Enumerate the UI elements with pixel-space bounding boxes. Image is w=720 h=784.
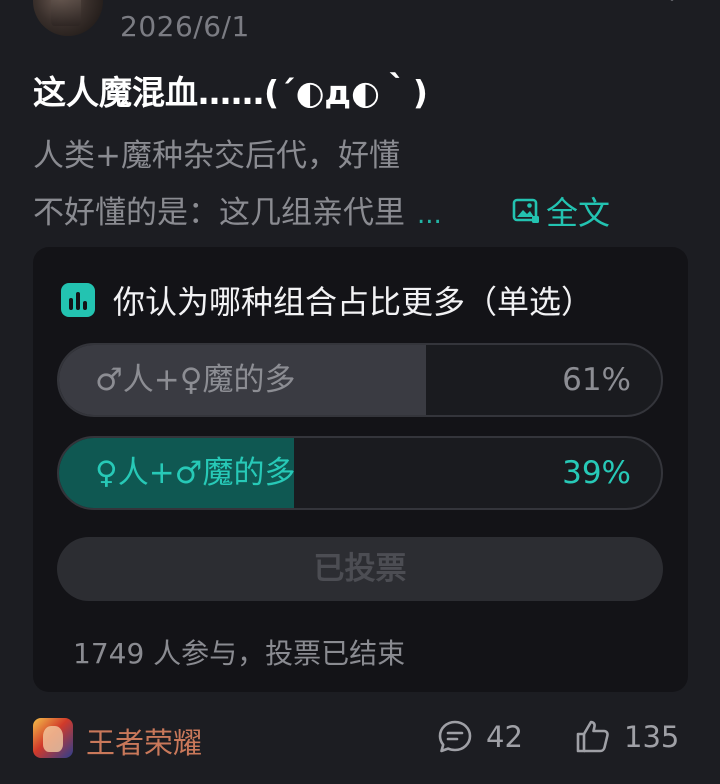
- game-icon[interactable]: [33, 718, 73, 758]
- poll-option-2[interactable]: ♀人+♂魔的多 39%: [57, 436, 663, 510]
- poll-option-2-percent: 39%: [562, 455, 631, 491]
- full-text-link[interactable]: 全文: [512, 188, 610, 234]
- game-tag[interactable]: 王者荣耀: [86, 720, 202, 762]
- comment-icon: [438, 720, 472, 753]
- like-count: 135: [624, 720, 680, 754]
- ellipsis: ...: [417, 200, 442, 230]
- image-icon: [512, 198, 539, 223]
- poll-chart-icon: [61, 283, 95, 317]
- poll-option-1[interactable]: ♂人+♀魔的多 61%: [57, 343, 663, 417]
- poll-question: 你认为哪种组合占比更多（单选）: [113, 283, 594, 321]
- voted-button: 已投票: [57, 537, 663, 601]
- comment-count: 42: [486, 720, 523, 754]
- post-body-line-1: 人类+魔种杂交后代，好懂: [33, 130, 400, 175]
- poll-header: 你认为哪种组合占比更多（单选）: [61, 277, 593, 323]
- post-date: 2026/6/1: [120, 10, 250, 43]
- poll-option-2-label: ♀人+♂魔的多: [95, 455, 296, 491]
- thumbs-up-icon: [576, 720, 609, 753]
- full-text-label: 全文: [546, 194, 611, 232]
- post-body-text-2: 不好懂的是：这几组亲代里: [33, 195, 405, 231]
- poll-option-1-label: ♂人+♀魔的多: [95, 362, 296, 398]
- poll-card: 你认为哪种组合占比更多（单选） ♂人+♀魔的多 61% ♀人+♂魔的多 39% …: [33, 247, 688, 692]
- like-button[interactable]: 135: [574, 718, 679, 756]
- poll-participants: 1749 人参与，投票已结束: [73, 637, 406, 670]
- more-icon[interactable]: ·: [664, 0, 680, 12]
- post-body-text-1: 人类+魔种杂交后代，好懂: [33, 138, 400, 174]
- comment-button[interactable]: 42: [436, 718, 523, 756]
- poll-option-1-percent: 61%: [562, 362, 631, 398]
- avatar[interactable]: [33, 0, 103, 36]
- post-title: 这人魔混血……(´◐д◐｀): [33, 73, 428, 112]
- post-body-line-2: 不好懂的是：这几组亲代里...: [33, 187, 442, 232]
